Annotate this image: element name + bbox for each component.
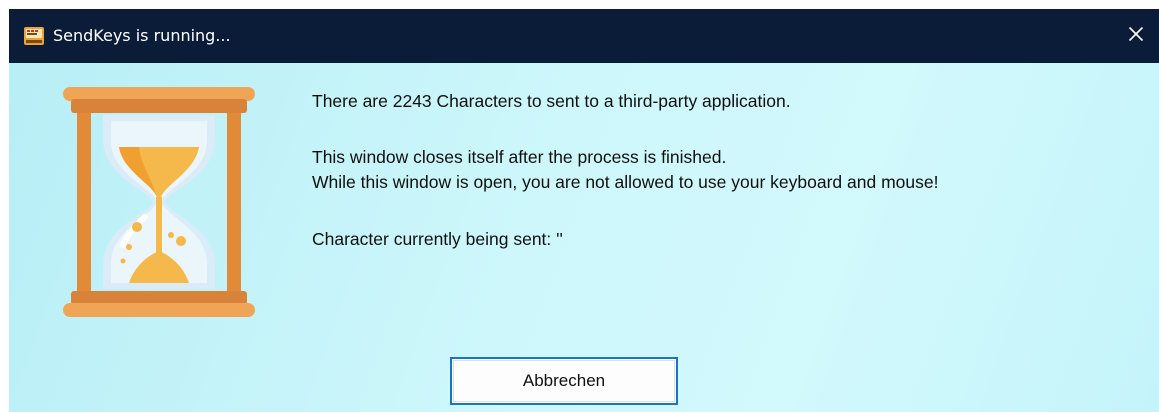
- cancel-button[interactable]: Abbrechen: [450, 357, 678, 405]
- hourglass-icon: [59, 85, 259, 321]
- close-icon: [1128, 26, 1144, 47]
- dialog-body: There are 2243 Characters to sent to a t…: [9, 63, 1159, 412]
- app-icon: [23, 25, 45, 47]
- sendkeys-dialog: SendKeys is running... There are 2243 Ch…: [9, 9, 1159, 412]
- input-blocked-warning: While this window is open, you are not a…: [312, 172, 939, 192]
- window-title: SendKeys is running...: [53, 26, 231, 45]
- title-bar[interactable]: SendKeys is running...: [9, 9, 1159, 63]
- characters-count-text: There are 2243 Characters to sent to a t…: [312, 91, 791, 111]
- current-character-text: Character currently being sent: '': [312, 229, 563, 249]
- cancel-button-label: Abbrechen: [522, 371, 606, 390]
- auto-close-text: This window closes itself after the proc…: [312, 147, 727, 167]
- close-button[interactable]: [1113, 9, 1159, 63]
